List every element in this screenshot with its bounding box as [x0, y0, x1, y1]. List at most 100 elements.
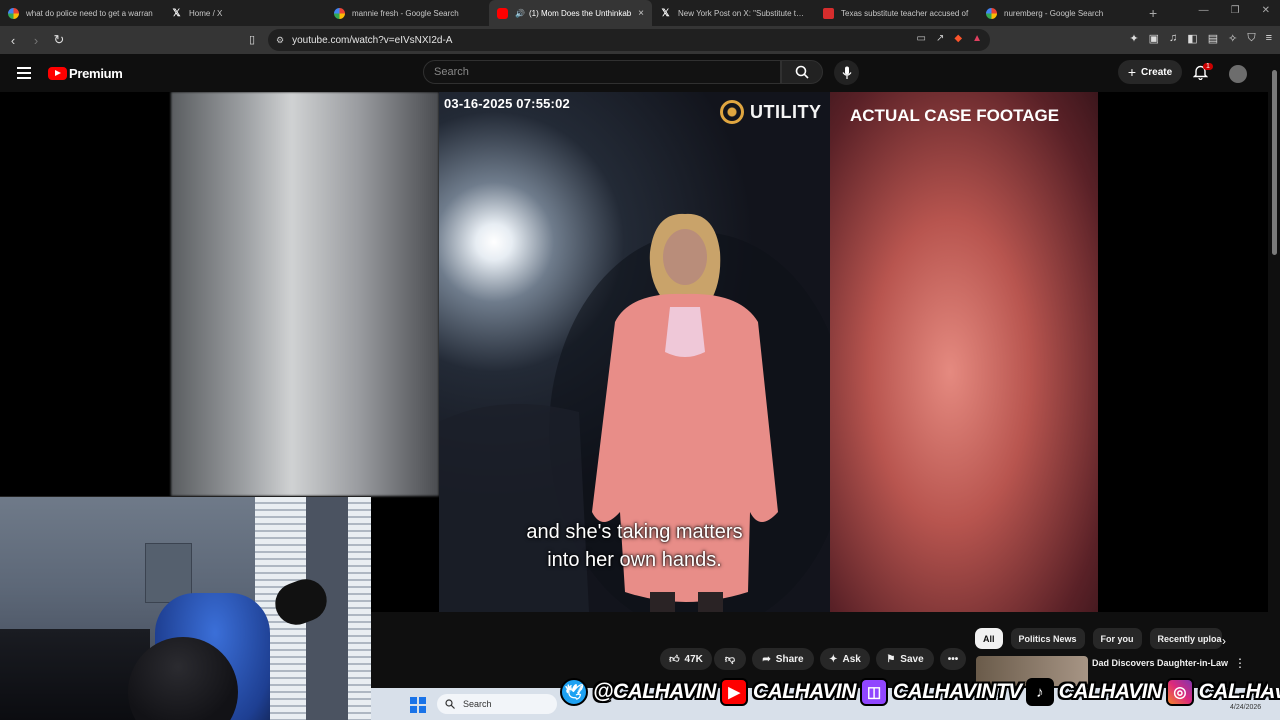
like-count: 47K	[684, 653, 703, 665]
x-icon: 𝕏	[661, 7, 670, 19]
menu-icon[interactable]: ≡	[1266, 32, 1272, 45]
reload-icon[interactable]: ↻	[49, 32, 69, 48]
address-bar-actions: ▭ ↗ ◆ ▲	[917, 33, 982, 44]
bookmark-icon[interactable]: ▯	[249, 33, 255, 46]
google-icon	[8, 7, 19, 19]
chip-recently-uploaded[interactable]: Recently uploa	[1149, 628, 1222, 649]
sparkle-icon: ✦	[829, 653, 838, 665]
puzzle-icon[interactable]: ✦	[1129, 32, 1138, 45]
save-button[interactable]: ⚑ Save	[876, 648, 934, 670]
browser-tab[interactable]: mannie fresh - Google Search	[326, 0, 489, 26]
youtube-play-icon	[48, 67, 67, 80]
windows-start-icon[interactable]	[410, 697, 426, 713]
share-button[interactable]: ➦ Share	[752, 648, 814, 670]
chevron-right-icon[interactable]: ›	[1222, 634, 1226, 648]
thumbs-down-icon: 👎︎	[724, 654, 736, 665]
desk-shelf	[0, 629, 150, 720]
chip-all[interactable]: All	[975, 628, 1003, 649]
taskbar-search-label: Search	[463, 699, 492, 709]
more-actions-button[interactable]: •••	[940, 648, 966, 670]
tab-title: Texas substitute teacher accused of	[841, 8, 969, 18]
browser-tab[interactable]: nuremberg - Google Search	[978, 0, 1141, 26]
ask-button[interactable]: ✦ Ask	[820, 648, 870, 670]
subtitle-line: and she's taking matters	[526, 521, 743, 543]
address-bar[interactable]: ⚙ youtube.com/watch?v=eIVsNXI2d-A ▭ ↗ ◆ …	[268, 29, 990, 51]
youtube-icon	[497, 7, 508, 19]
screen: what do police need to get a warran 𝕏 Hom…	[0, 0, 1280, 720]
window-controls: — ❐ ✕	[1199, 5, 1270, 16]
tab-title: nuremberg - Google Search	[1004, 8, 1104, 18]
thumbs-up-icon: 👍︎	[669, 654, 680, 665]
microphone-icon	[842, 66, 851, 79]
dislike-button[interactable]: 👎︎	[714, 648, 746, 670]
minimize-icon[interactable]: —	[1199, 5, 1209, 16]
site-info-icon[interactable]: ⚙	[276, 35, 284, 46]
tab-title: what do police need to get a warran	[26, 8, 153, 18]
browser-tab[interactable]: what do police need to get a warran	[0, 0, 163, 26]
browser-tab[interactable]: Texas substitute teacher accused of	[815, 0, 978, 26]
bookmark-save-icon: ⚑	[886, 653, 896, 665]
search-button[interactable]	[781, 60, 823, 84]
social-handles-banner: 🕊︎ @CALHAVIN ▶ CALHAVIN ◫ CALHAVINTV ♪ CALHA…	[560, 672, 1280, 712]
handle-text: CALHAVIN	[752, 680, 856, 703]
browser-toolbar: ‹ › ↻ ▯ ⚙ youtube.com/watch?v=eIVsNXI2d-…	[0, 26, 1280, 54]
create-button[interactable]: + Create	[1118, 60, 1182, 84]
brave-shield-icon[interactable]: ◆	[954, 33, 962, 44]
close-window-icon[interactable]: ✕	[1262, 5, 1270, 16]
share-label: Share	[775, 653, 804, 665]
search-icon	[795, 65, 809, 79]
tab-title: mannie fresh - Google Search	[352, 8, 459, 18]
wallet-icon[interactable]: ▤	[1208, 32, 1218, 45]
instagram-handle: ◎CAL.HAVIN	[1165, 678, 1280, 706]
logo-label: Premium	[69, 66, 123, 81]
browser-tab[interactable]: 𝕏 Home / X	[163, 0, 326, 26]
speaker-icon[interactable]: 🔊	[515, 9, 525, 18]
voice-search-button[interactable]	[834, 60, 859, 85]
scrollbar-thumb[interactable]	[1272, 70, 1277, 255]
search-input[interactable]: Search	[423, 60, 781, 84]
avatar[interactable]	[1229, 65, 1247, 83]
close-tab-icon[interactable]: ×	[638, 8, 644, 19]
handle-text: @CALHAVIN	[593, 680, 716, 703]
browser-tab[interactable]: 𝕏 New York Post on X: "Substitute teac	[652, 0, 815, 26]
back-icon[interactable]: ‹	[3, 33, 23, 48]
restore-icon[interactable]: ❐	[1231, 5, 1240, 16]
blurred-right-panel	[830, 92, 1098, 612]
rewards-icon[interactable]: ▲	[972, 33, 982, 44]
leo-icon[interactable]: ✧	[1228, 32, 1237, 45]
tab-title: (1) Mom Does the Unthinkab	[528, 8, 632, 18]
share-arrow-icon: ➦	[762, 653, 771, 665]
utility-watermark: UTILITY	[720, 100, 822, 124]
chip-for-you[interactable]: For you	[1092, 628, 1142, 649]
url-text: youtube.com/watch?v=eIVsNXI2d-A	[292, 34, 453, 46]
twitch-handle: ◫ CALHAVINTV	[859, 678, 1022, 706]
twitter-handle: 🕊︎ @CALHAVIN	[560, 678, 716, 706]
new-tab-button[interactable]: +	[1149, 5, 1157, 21]
music-icon[interactable]: ♫	[1169, 32, 1177, 45]
save-label: Save	[900, 653, 924, 665]
bodycam-timestamp: 03-16-2025 07:55:02	[444, 96, 570, 111]
share-icon[interactable]: ↗	[936, 33, 944, 44]
sidebar-icon[interactable]: ◧	[1187, 32, 1197, 45]
recommendation-title[interactable]: Dad Discovers Daughter-in-Law	[1092, 658, 1228, 668]
like-button[interactable]: 👍︎ 47K	[660, 648, 712, 670]
more-horizontal-icon: •••	[947, 653, 959, 665]
taskbar-search[interactable]: Search	[437, 694, 557, 714]
chip-politics-news[interactable]: Politics News	[1010, 628, 1085, 649]
youtube-handle: ▶ CALHAVIN	[719, 678, 856, 706]
tiktok-handle: ♪ CALHAVIN	[1025, 678, 1162, 706]
hamburger-menu-icon[interactable]	[17, 67, 31, 82]
vpn-icon[interactable]: ⛉	[1247, 32, 1255, 45]
plus-icon: +	[1127, 64, 1137, 80]
handle-text: CALHAVIN	[1058, 680, 1162, 703]
streamer-webcam	[0, 496, 371, 720]
more-vertical-icon[interactable]: ⋮	[1234, 656, 1246, 670]
twitter-icon: 🕊︎	[560, 678, 588, 706]
youtube-premium-logo[interactable]: Premium	[48, 66, 123, 81]
cast-icon[interactable]: ▭	[917, 33, 926, 44]
tab-search-icon[interactable]: ▣	[1149, 32, 1159, 45]
twitch-icon: ◫	[859, 678, 888, 706]
overlay-caption: ACTUAL CASE FOOTAGE	[850, 106, 1060, 125]
browser-tab-active[interactable]: 🔊 (1) Mom Does the Unthinkab ×	[489, 0, 652, 26]
forward-icon[interactable]: ›	[26, 33, 46, 48]
